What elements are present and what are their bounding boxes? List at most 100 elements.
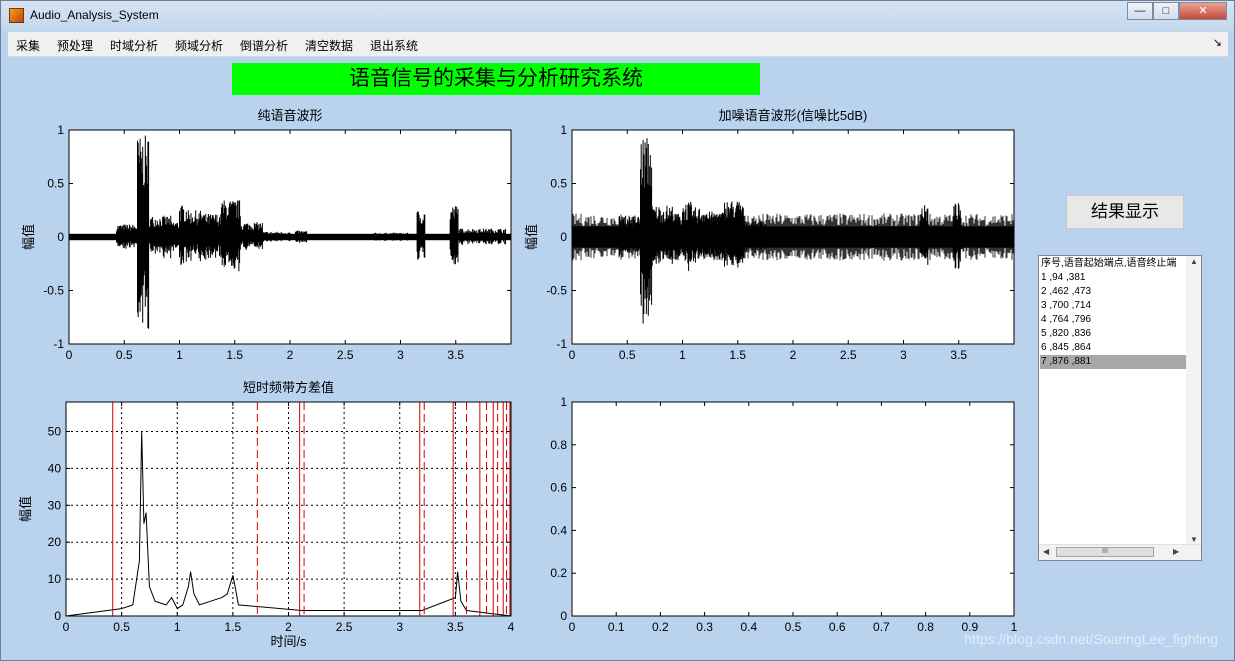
menu-clear-data[interactable]: 清空数据 bbox=[305, 37, 353, 54]
y-tick-label: -0.5 bbox=[546, 284, 567, 298]
x-tick-label: 2 bbox=[287, 348, 294, 362]
y-axis-label: 幅值 bbox=[18, 496, 33, 522]
scroll-thumb[interactable]: III bbox=[1056, 547, 1154, 557]
y-tick-label: 0.6 bbox=[550, 481, 567, 495]
menu-time-domain[interactable]: 时域分析 bbox=[110, 37, 158, 54]
y-tick-label: 0 bbox=[560, 230, 567, 244]
horizontal-scrollbar[interactable]: ◀ III ▶ bbox=[1039, 544, 1201, 560]
x-tick-label: 0 bbox=[569, 620, 576, 634]
y-tick-label: 30 bbox=[48, 498, 62, 512]
y-tick-label: 0.5 bbox=[47, 177, 64, 191]
scroll-left-icon[interactable]: ◀ bbox=[1043, 547, 1049, 556]
x-tick-label: 3.5 bbox=[447, 348, 464, 362]
x-tick-label: 3 bbox=[396, 620, 403, 634]
x-axis-label: 时间/s bbox=[270, 634, 307, 649]
matlab-icon bbox=[9, 8, 24, 23]
x-tick-label: 3 bbox=[900, 348, 907, 362]
plots-canvas: 0 0.5 1 1.5 2 2.5 3 3.5 -1 -0.5 0 0.5 1 纯语音波形幅值 0 0.5 1 1… bbox=[18, 108, 1018, 649]
list-item[interactable]: 4 ,764 ,796 bbox=[1040, 313, 1186, 327]
x-tick-label: 0.7 bbox=[873, 620, 890, 634]
watermark-text: https://blog.csdn.net/SoaringLee_fightin… bbox=[964, 631, 1218, 647]
list-item[interactable]: 2 ,462 ,473 bbox=[1040, 285, 1186, 299]
y-axis-label: 幅值 bbox=[21, 224, 36, 250]
x-tick-label: 1 bbox=[679, 348, 686, 362]
list-header[interactable]: 序号,语音起始端点,语音终止端 bbox=[1040, 257, 1186, 271]
x-tick-label: 0.2 bbox=[652, 620, 669, 634]
waveform-segment bbox=[116, 224, 138, 249]
x-tick-label: 0.5 bbox=[113, 620, 130, 634]
maximize-button[interactable]: □ bbox=[1153, 2, 1179, 20]
x-tick-label: 0.6 bbox=[829, 620, 846, 634]
y-tick-label: -1 bbox=[556, 337, 567, 351]
y-tick-label: 0 bbox=[57, 230, 64, 244]
menu-exit[interactable]: 退出系统 bbox=[370, 37, 418, 54]
y-tick-label: 0 bbox=[54, 609, 61, 623]
y-tick-label: 0.4 bbox=[550, 523, 567, 537]
app-window: Audio_Analysis_System — □ ✕ 采集 预处理 时域分析 … bbox=[0, 0, 1235, 661]
chart-title: 纯语音波形 bbox=[257, 108, 322, 123]
x-tick-label: 0.1 bbox=[608, 620, 625, 634]
x-tick-label: 1.5 bbox=[729, 348, 746, 362]
chart-title: 短时频带方差值 bbox=[243, 380, 334, 395]
x-tick-label: 1.5 bbox=[225, 620, 242, 634]
results-listbox[interactable]: 序号,语音起始端点,语音终止端 1 ,94 ,381 2 ,462 ,473 3… bbox=[1038, 255, 1202, 561]
y-tick-label: 40 bbox=[48, 461, 62, 475]
menu-cepstrum[interactable]: 倒谱分析 bbox=[240, 37, 288, 54]
figure-area: 语音信号的采集与分析研究系统 0 0.5 1 1.5 2 2.5 3 3.5 -1 -0.5 0 0.… bbox=[8, 57, 1228, 655]
list-item[interactable]: 5 ,820 ,836 bbox=[1040, 327, 1186, 341]
window-title: Audio_Analysis_System bbox=[30, 8, 159, 22]
y-tick-label: 20 bbox=[48, 535, 62, 549]
x-tick-label: 0.4 bbox=[740, 620, 757, 634]
scroll-down-icon[interactable]: ▼ bbox=[1190, 535, 1198, 544]
x-tick-label: 0 bbox=[66, 348, 73, 362]
y-tick-label: 50 bbox=[48, 425, 62, 439]
y-tick-label: 1 bbox=[560, 123, 567, 137]
y-tick-label: 0 bbox=[560, 609, 567, 623]
show-results-button[interactable]: 结果显示 bbox=[1066, 195, 1184, 229]
chart-title: 加噪语音波形(信噪比5dB) bbox=[719, 108, 868, 123]
x-tick-label: 3.5 bbox=[950, 348, 967, 362]
plot-area-empty bbox=[572, 402, 1014, 616]
x-tick-label: 0.5 bbox=[619, 348, 636, 362]
y-tick-label: 1 bbox=[57, 123, 64, 137]
x-tick-label: 0 bbox=[63, 620, 70, 634]
list-item[interactable]: 6 ,845 ,864 bbox=[1040, 341, 1186, 355]
x-tick-label: 2.5 bbox=[840, 348, 857, 362]
x-tick-label: 0.3 bbox=[696, 620, 713, 634]
x-tick-label: 4 bbox=[508, 620, 515, 634]
y-axis-label: 幅值 bbox=[524, 224, 539, 250]
list-item-selected[interactable]: 7 ,876 ,881 bbox=[1040, 355, 1186, 369]
menu-acquire[interactable]: 采集 bbox=[16, 37, 40, 54]
scroll-up-icon[interactable]: ▲ bbox=[1190, 257, 1198, 266]
x-tick-label: 2 bbox=[285, 620, 292, 634]
x-tick-label: 0.5 bbox=[785, 620, 802, 634]
x-tick-label: 0.5 bbox=[116, 348, 133, 362]
y-tick-label: 10 bbox=[48, 572, 62, 586]
x-tick-label: 1 bbox=[176, 348, 183, 362]
title-bar[interactable]: Audio_Analysis_System — □ ✕ bbox=[1, 1, 1234, 31]
list-item[interactable]: 1 ,94 ,381 bbox=[1040, 271, 1186, 285]
menu-frequency-domain[interactable]: 频域分析 bbox=[175, 37, 223, 54]
minimize-button[interactable]: — bbox=[1127, 2, 1153, 20]
scroll-right-icon[interactable]: ▶ bbox=[1173, 547, 1179, 556]
waveform-segment bbox=[187, 210, 205, 262]
list-item[interactable]: 3 ,700 ,714 bbox=[1040, 299, 1186, 313]
x-tick-label: 2 bbox=[790, 348, 797, 362]
x-tick-label: 1.5 bbox=[226, 348, 243, 362]
vertical-scrollbar[interactable]: ▲ ▼ bbox=[1186, 256, 1201, 545]
menu-preprocess[interactable]: 预处理 bbox=[57, 37, 93, 54]
x-tick-label: 3 bbox=[397, 348, 404, 362]
x-tick-label: 0 bbox=[569, 348, 576, 362]
close-button[interactable]: ✕ bbox=[1179, 2, 1227, 20]
y-tick-label: -1 bbox=[53, 337, 64, 351]
toolbar-expand-icon[interactable]: ↘ bbox=[1213, 36, 1222, 49]
x-tick-label: 3.5 bbox=[447, 620, 464, 634]
y-tick-label: 0.8 bbox=[550, 438, 567, 452]
menu-bar: 采集 预处理 时域分析 频域分析 倒谱分析 清空数据 退出系统 ↘ bbox=[8, 32, 1228, 57]
y-tick-label: 1 bbox=[560, 395, 567, 409]
y-tick-label: -0.5 bbox=[43, 284, 64, 298]
waveform-segment bbox=[449, 206, 459, 265]
y-tick-label: 0.5 bbox=[550, 177, 567, 191]
y-tick-label: 0.2 bbox=[550, 566, 567, 580]
x-tick-label: 2.5 bbox=[336, 620, 353, 634]
